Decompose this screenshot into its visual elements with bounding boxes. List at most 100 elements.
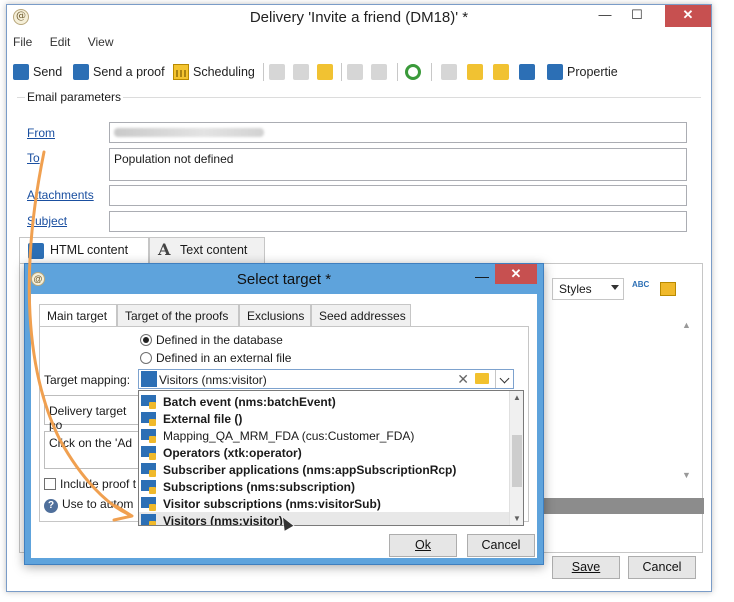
undo-button[interactable]	[347, 62, 367, 82]
scroll-up-icon[interactable]: ▲	[513, 393, 521, 402]
editor-toolbar: Styles ABC	[552, 276, 704, 302]
personalize-button[interactable]	[519, 62, 539, 82]
cut-icon	[293, 64, 309, 80]
tab-text-content[interactable]: A Text content	[149, 237, 265, 263]
tab-text-label: Text content	[180, 243, 248, 257]
scroll-up-icon[interactable]: ▲	[682, 320, 691, 330]
menu-view[interactable]: View	[88, 35, 114, 49]
attachments-link[interactable]: Attachments	[27, 188, 94, 202]
schema-icon	[141, 496, 158, 511]
radio-defined-in-external-file[interactable]: Defined in an external file	[140, 351, 291, 365]
radio-db-label: Defined in the database	[156, 333, 283, 347]
target-mapping-option[interactable]: Visitor subscriptions (nms:visitorSub)	[139, 495, 509, 512]
editor-scrollbar[interactable]: ▲ ▼	[680, 320, 694, 480]
tab-html-content[interactable]: HTML content	[19, 237, 149, 264]
from-field[interactable]	[109, 122, 687, 143]
link-button[interactable]	[467, 62, 487, 82]
spellcheck-icon[interactable]: ABC	[632, 280, 650, 298]
to-link[interactable]: To	[27, 151, 40, 165]
subject-link[interactable]: Subject	[27, 214, 67, 228]
schema-icon	[141, 371, 157, 387]
styles-dropdown[interactable]: Styles	[552, 278, 624, 300]
radio-defined-in-database[interactable]: Defined in the database	[140, 333, 283, 347]
attachments-field[interactable]	[109, 185, 687, 206]
html-icon	[28, 243, 44, 259]
target-mapping-list[interactable]: Batch event (nms:batchEvent) External fil…	[138, 390, 524, 526]
menu-edit[interactable]: Edit	[50, 35, 71, 49]
target-mapping-option[interactable]: Mapping_QA_MRM_FDA (cus:Customer_FDA)	[139, 427, 509, 444]
toolbar-separator	[397, 63, 398, 81]
list-scrollbar[interactable]: ▲ ▼	[509, 391, 523, 525]
gift-button[interactable]	[493, 62, 513, 82]
refresh-button[interactable]	[405, 62, 425, 82]
calendar-icon	[173, 64, 189, 80]
target-mapping-option[interactable]: Subscriber applications (nms:appSubscrip…	[139, 461, 509, 478]
option-label: Mapping_QA_MRM_FDA (cus:Customer_FDA)	[163, 428, 415, 443]
dropdown-toggle[interactable]	[495, 370, 513, 388]
cut-button[interactable]	[293, 62, 313, 82]
instructions-box: Click on the 'Ad	[44, 431, 140, 469]
tab-seed-addresses[interactable]: Seed addresses	[311, 304, 411, 326]
tab-target-of-proofs[interactable]: Target of the proofs	[117, 304, 239, 326]
from-link[interactable]: From	[27, 126, 55, 140]
option-label: Visitors (nms:visitor)	[163, 513, 283, 526]
dialog-title-bar: @ Select target * — ✕	[25, 264, 543, 294]
dialog-close-button[interactable]: ✕	[495, 264, 537, 284]
option-label: Operators (xtk:operator)	[163, 445, 302, 460]
chevron-down-icon	[611, 285, 619, 290]
dialog-cancel-button[interactable]: Cancel	[467, 534, 535, 557]
redo-button[interactable]	[371, 62, 391, 82]
scroll-thumb[interactable]	[512, 435, 522, 487]
target-mapping-option[interactable]: Batch event (nms:batchEvent)	[139, 393, 509, 410]
attach-button[interactable]	[441, 62, 461, 82]
dialog-cancel-label: Cancel	[481, 538, 521, 552]
scroll-down-icon[interactable]: ▼	[513, 514, 521, 523]
target-mapping-option[interactable]: External file ()	[139, 410, 509, 427]
send-proof-label: Send a proof	[93, 65, 165, 79]
send-proof-icon	[73, 64, 89, 80]
subject-field[interactable]	[109, 211, 687, 232]
insert-icon[interactable]	[660, 282, 676, 296]
dialog-title: Select target *	[236, 271, 332, 288]
schema-icon	[141, 513, 158, 525]
target-mapping-option[interactable]: Operators (xtk:operator)	[139, 444, 509, 461]
copy-button[interactable]	[269, 62, 289, 82]
minimize-button[interactable]: —	[591, 5, 619, 27]
checkbox-icon	[44, 478, 56, 490]
properties-label: Propertie	[567, 65, 618, 79]
include-proof-checkbox[interactable]: Include proof t	[44, 477, 136, 491]
paste-button[interactable]	[317, 62, 337, 82]
toolbar-separator	[341, 63, 342, 81]
email-parameters-group: Email parameters From To Population not …	[17, 90, 701, 239]
to-value: Population not defined	[114, 152, 234, 166]
radio-selected-icon	[140, 334, 152, 346]
cancel-button[interactable]: Cancel	[628, 556, 696, 579]
close-button[interactable]: ✕	[665, 5, 711, 27]
redo-icon	[371, 64, 387, 80]
send-proof-button[interactable]: Send a proof	[73, 62, 165, 82]
tab-exclusions[interactable]: Exclusions	[239, 304, 311, 326]
ok-button[interactable]: Ok	[389, 534, 457, 557]
scroll-down-icon[interactable]: ▼	[682, 470, 691, 480]
target-mapping-combo[interactable]: Visitors (nms:visitor) ✕	[138, 369, 514, 389]
include-proof-label: Include proof t	[60, 477, 137, 491]
to-field[interactable]: Population not defined	[109, 148, 687, 181]
target-mapping-option[interactable]: Visitors (nms:visitor)	[139, 512, 509, 526]
save-button[interactable]: Save	[552, 556, 620, 579]
scheduling-button[interactable]: Scheduling	[173, 62, 255, 82]
folder-icon[interactable]	[475, 373, 489, 384]
tab-main-target[interactable]: Main target	[39, 304, 117, 327]
maximize-button[interactable]: ☐	[623, 5, 651, 27]
radio-ext-label: Defined in an external file	[156, 351, 292, 365]
text-icon: A	[158, 240, 171, 259]
menu-file[interactable]: File	[13, 35, 32, 49]
delivery-target-box: Delivery target po	[44, 395, 140, 432]
target-mapping-option[interactable]: Subscriptions (nms:subscription)	[139, 478, 509, 495]
send-button[interactable]: Send	[13, 62, 62, 82]
properties-button[interactable]: Propertie	[547, 62, 618, 82]
paste-icon	[317, 64, 333, 80]
clear-icon[interactable]: ✕	[457, 371, 469, 388]
clipboard-icon	[547, 64, 563, 80]
dialog-minimize-button[interactable]: —	[475, 268, 489, 284]
toolbar-separator	[263, 63, 264, 81]
